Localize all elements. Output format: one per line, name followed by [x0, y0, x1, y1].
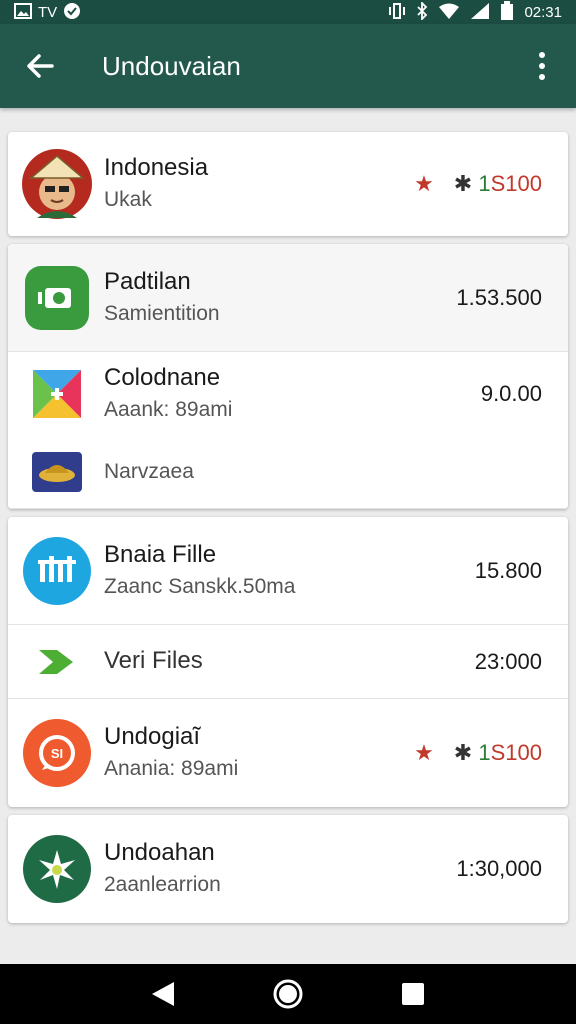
item-rating: ★ ✱ 1S100	[414, 171, 542, 197]
list-item[interactable]: Bnaia Fille Zaanc Sanskk.50ma 15.800	[8, 517, 568, 625]
item-title: Undoahan	[104, 839, 215, 867]
signal-icon	[470, 2, 490, 22]
item-subtitle: Aaank: 89ami	[104, 398, 233, 422]
back-triangle-icon	[151, 982, 174, 1006]
item-subtitle: Anania: 89ami	[104, 757, 239, 781]
list-item[interactable]: Veri Files 23:000	[8, 625, 568, 699]
bluetooth-icon	[416, 0, 428, 22]
home-circle-icon	[273, 979, 303, 1009]
play-arrow-icon	[20, 634, 94, 690]
sparkle-app-icon	[20, 832, 94, 906]
clock: 02:31	[524, 3, 562, 21]
battery-icon	[500, 1, 514, 23]
system-nav-bar	[0, 964, 576, 1024]
star-icon: ★	[414, 740, 434, 765]
carrier-label: TV	[38, 3, 58, 21]
list-item[interactable]: Colodnane Aaank: 89ami 9.0.00	[8, 352, 568, 436]
card-undoahan: Undoahan 2aanlearrion 1:30,000	[8, 815, 568, 923]
more-vertical-icon	[539, 52, 545, 58]
gallery-icon	[14, 3, 32, 21]
status-bar: TV 02:31	[0, 0, 576, 24]
item-title: Indonesia	[104, 154, 209, 182]
pin-icon: ✱	[453, 740, 473, 765]
avatar-person-icon	[20, 147, 94, 221]
item-value: 15.800	[474, 557, 542, 583]
files-app-icon	[20, 534, 94, 608]
app-bar: Undouvaian	[0, 24, 576, 108]
content-list: Indonesia Ukak ★ ✱ 1S100 Padtilan Samien…	[0, 108, 576, 964]
item-subtitle: Ukak	[104, 188, 152, 212]
wifi-icon	[438, 3, 460, 21]
nav-recents-button[interactable]	[393, 974, 433, 1014]
item-subtitle: 2aanlearrion	[104, 873, 221, 897]
price-label: S100	[490, 171, 542, 196]
list-item[interactable]: Undoahan 2aanlearrion 1:30,000	[8, 815, 568, 923]
list-item[interactable]: Indonesia Ukak ★ ✱ 1S100	[8, 132, 568, 236]
item-title: Veri Files	[104, 647, 203, 675]
list-item[interactable]: Narvzaea	[8, 436, 568, 508]
chat-app-icon: SI	[20, 716, 94, 790]
item-value: 1:30,000	[456, 856, 542, 881]
item-title: Undogiaĩ	[104, 723, 201, 751]
green-app-icon	[20, 261, 94, 335]
list-item[interactable]: SI Undogiaĩ Anania: 89ami ★ ✱ 1S100	[8, 699, 568, 807]
item-rating: ★ ✱ 1S100	[414, 740, 542, 766]
item-title: Colodnane	[104, 364, 221, 392]
price-prefix: 1	[478, 171, 491, 196]
card-group-3: Bnaia Fille Zaanc Sanskk.50ma 15.800 Ver…	[8, 517, 568, 807]
back-button[interactable]	[22, 48, 58, 84]
page-title: Undouvaian	[102, 50, 241, 81]
price-label: S100	[490, 740, 542, 765]
item-subtitle: Narvzaea	[104, 460, 194, 484]
check-circle-icon	[63, 2, 81, 22]
overflow-menu-button[interactable]	[530, 46, 554, 86]
item-value: 1.53.500	[456, 284, 542, 310]
item-title: Bnaia Fille	[104, 540, 217, 568]
colorful-app-icon	[20, 357, 94, 431]
nav-back-button[interactable]	[143, 974, 183, 1014]
item-subtitle: Zaanc Sanskk.50ma	[104, 574, 296, 598]
nav-home-button[interactable]	[268, 974, 308, 1014]
card-indonesia: Indonesia Ukak ★ ✱ 1S100	[8, 132, 568, 236]
item-title: Padtilan	[104, 267, 191, 295]
vibrate-icon	[388, 2, 406, 22]
star-icon: ★	[414, 171, 434, 196]
list-item[interactable]: Padtilan Samientition 1.53.500	[8, 244, 568, 352]
card-group-2: Padtilan Samientition 1.53.500 Colodnane…	[8, 244, 568, 509]
arrow-left-icon	[27, 54, 54, 78]
pin-icon: ✱	[453, 171, 473, 196]
price-prefix: 1	[478, 740, 491, 765]
hat-app-icon	[20, 444, 94, 500]
recents-square-icon	[402, 983, 425, 1005]
item-value: 9.0.00	[480, 381, 542, 406]
svg-text:SI: SI	[51, 746, 63, 761]
item-subtitle: Samientition	[104, 301, 220, 325]
item-value: 23:000	[474, 648, 542, 674]
